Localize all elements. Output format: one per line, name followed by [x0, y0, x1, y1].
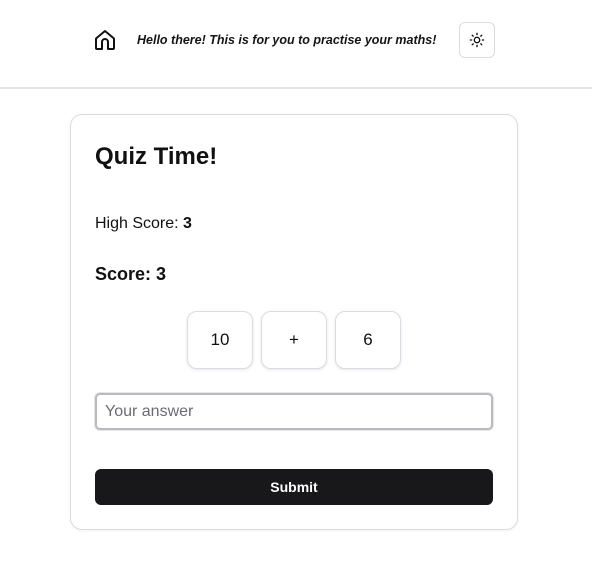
high-score: High Score: 3	[95, 214, 192, 234]
right-operand: 6	[335, 311, 401, 369]
submit-button[interactable]: Submit	[95, 469, 493, 505]
current-score: Score: 3	[95, 264, 167, 284]
answer-input[interactable]	[95, 393, 493, 430]
quiz-title: Quiz Time!	[95, 143, 218, 170]
high-score-label: High Score:	[95, 215, 179, 232]
theme-toggle-button[interactable]	[459, 22, 495, 58]
top-bar: Hello there! This is for you to practise…	[0, 0, 592, 89]
quiz-card: Quiz Time! High Score: 3 Score: 3 10 + 6…	[70, 114, 518, 530]
left-operand: 10	[187, 311, 253, 369]
operator: +	[261, 311, 327, 369]
greeting-text: Hello there! This is for you to practise…	[137, 33, 437, 47]
sun-icon	[469, 32, 485, 48]
high-score-value: 3	[183, 215, 192, 232]
home-icon	[95, 30, 115, 50]
math-problem: 10 + 6	[187, 311, 401, 369]
home-button[interactable]	[92, 27, 118, 53]
